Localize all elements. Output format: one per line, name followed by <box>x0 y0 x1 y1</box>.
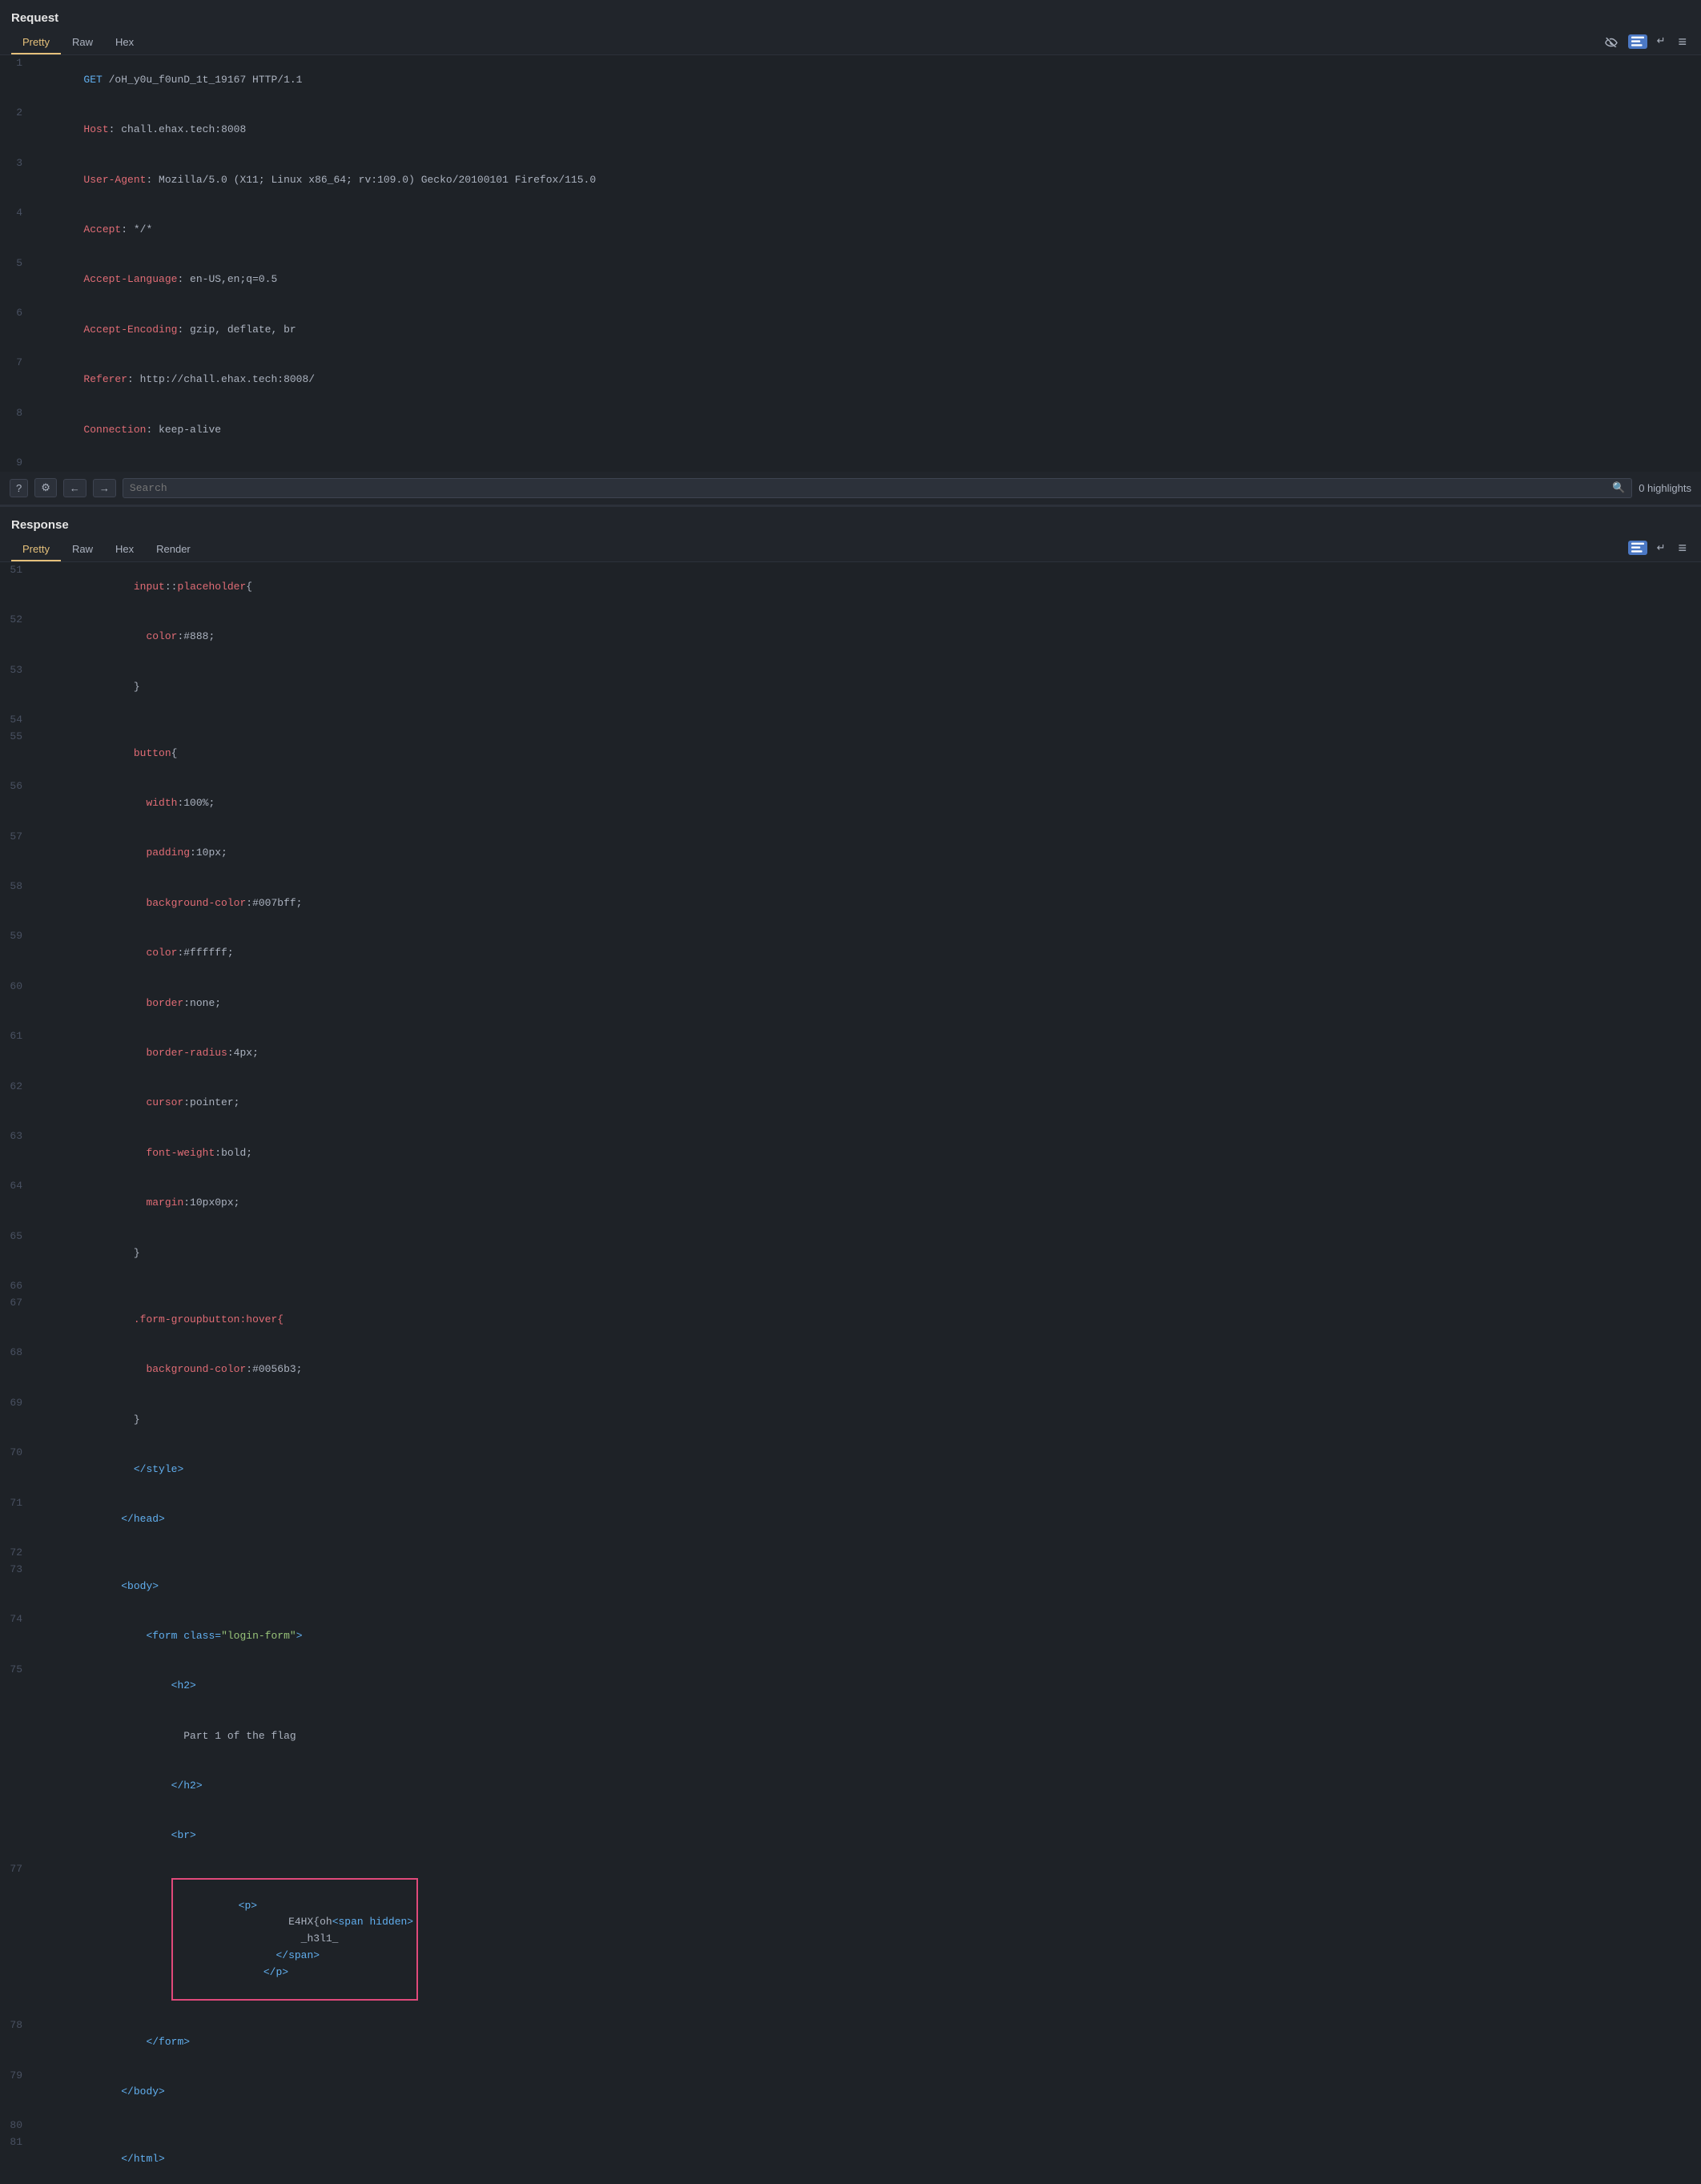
tab-request-raw[interactable]: Raw <box>61 31 104 54</box>
tab-response-raw[interactable]: Raw <box>61 538 104 561</box>
response-code-area: 51 input::placeholder{ 52 color:#888; 53… <box>0 562 1701 2184</box>
request-line-3: 3 User-Agent: Mozilla/5.0 (X11; Linux x8… <box>0 155 1701 205</box>
response-menu-icon[interactable]: ≡ <box>1675 539 1690 557</box>
tab-request-hex[interactable]: Hex <box>104 31 145 54</box>
response-line-55: 55 button{ <box>0 729 1701 778</box>
response-line-80: 80 <box>0 2118 1701 2134</box>
response-line-58: 58 background-color:#007bff; <box>0 879 1701 928</box>
response-line-81: 81 </html> <box>0 2134 1701 2184</box>
tab-request-pretty[interactable]: Pretty <box>11 31 61 54</box>
response-line-59: 59 color:#ffffff; <box>0 928 1701 978</box>
response-line-79: 79 </body> <box>0 2068 1701 2118</box>
response-format-icon[interactable] <box>1628 541 1647 555</box>
response-line-64: 64 margin:10px0px; <box>0 1178 1701 1228</box>
response-line-73: 73 <body> <box>0 1562 1701 1611</box>
request-tabs: Pretty Raw Hex <box>11 31 145 54</box>
highlighted-block: <p> E4HX{oh<span hidden> _h3l1_ </span> … <box>171 1878 418 2001</box>
request-header: Request Pretty Raw Hex <box>0 0 1701 55</box>
tab-response-render[interactable]: Render <box>145 538 202 561</box>
request-line-1: 1 GET /oH_y0u_f0unD_1t_19167 HTTP/1.1 <box>0 55 1701 105</box>
request-panel: Request Pretty Raw Hex <box>0 0 1701 507</box>
response-line-71: 71 </head> <box>0 1495 1701 1545</box>
request-search-bar: ? ⚙ ← → 🔍 0 highlights <box>0 472 1701 505</box>
response-line-67: 67 .form-groupbutton:hover{ <box>0 1295 1701 1345</box>
response-line-65: 65 } <box>0 1229 1701 1278</box>
response-tab-actions: ↵ ≡ <box>1628 539 1690 560</box>
response-newline-icon[interactable]: ↵ <box>1654 541 1669 556</box>
response-line-77: 77 <p> E4HX{oh<span hidden> _h3l1_ </spa… <box>0 1861 1701 2017</box>
request-title: Request <box>11 6 1690 31</box>
newline-icon[interactable]: ↵ <box>1654 34 1669 49</box>
request-line-5: 5 Accept-Language: en-US,en;q=0.5 <box>0 255 1701 305</box>
response-line-63: 63 font-weight:bold; <box>0 1128 1701 1178</box>
search-input[interactable] <box>130 482 1609 494</box>
response-line-76: <br> <box>0 1812 1701 1861</box>
response-line-57: 57 padding:10px; <box>0 829 1701 879</box>
search-icon: 🔍 <box>1612 482 1625 494</box>
request-code-area: 1 GET /oH_y0u_f0unD_1t_19167 HTTP/1.1 2 … <box>0 55 1701 472</box>
response-line-54: 54 <box>0 712 1701 729</box>
response-line-78: 78 </form> <box>0 2017 1701 2067</box>
response-line-75: 75 <h2> <box>0 1662 1701 1711</box>
eye-slash-icon[interactable] <box>1601 34 1622 49</box>
response-line-70: 70 </style> <box>0 1445 1701 1494</box>
response-line-53: 53 } <box>0 662 1701 712</box>
search-input-wrap[interactable]: 🔍 <box>123 478 1632 498</box>
request-tab-actions: ↵ ≡ <box>1601 33 1690 54</box>
response-line-61: 61 border-radius:4px; <box>0 1028 1701 1078</box>
tab-response-hex[interactable]: Hex <box>104 538 145 561</box>
response-line-62: 62 cursor:pointer; <box>0 1079 1701 1128</box>
response-line-74: 74 <form class="login-form"> <box>0 1611 1701 1661</box>
response-line-51: 51 input::placeholder{ <box>0 562 1701 612</box>
request-line-7: 7 Referer: http://chall.ehax.tech:8008/ <box>0 355 1701 404</box>
forward-button[interactable]: → <box>93 479 116 497</box>
response-line-52: 52 color:#888; <box>0 612 1701 662</box>
tab-response-pretty[interactable]: Pretty <box>11 538 61 561</box>
response-line-72: 72 <box>0 1545 1701 1562</box>
response-title: Response <box>11 513 1690 538</box>
back-button[interactable]: ← <box>63 479 86 497</box>
response-line-69: 69 } <box>0 1395 1701 1445</box>
request-tabs-row: Pretty Raw Hex ↵ <box>11 31 1690 54</box>
response-line-56: 56 width:100%; <box>0 778 1701 828</box>
help-button[interactable]: ? <box>10 479 28 497</box>
response-line-75b: Part 1 of the flag <box>0 1711 1701 1761</box>
response-tabs-row: Pretty Raw Hex Render ↵ ≡ <box>11 538 1690 561</box>
request-line-6: 6 Accept-Encoding: gzip, deflate, br <box>0 305 1701 355</box>
request-line-4: 4 Accept: */* <box>0 205 1701 255</box>
response-tabs: Pretty Raw Hex Render <box>11 538 202 561</box>
response-line-75c: </h2> <box>0 1761 1701 1811</box>
format-icon[interactable] <box>1628 34 1647 49</box>
response-header: Response Pretty Raw Hex Render ↵ <box>0 507 1701 562</box>
menu-icon[interactable]: ≡ <box>1675 33 1690 50</box>
request-line-8: 8 Connection: keep-alive <box>0 405 1701 455</box>
response-panel: Response Pretty Raw Hex Render ↵ <box>0 507 1701 2184</box>
response-line-60: 60 border:none; <box>0 979 1701 1028</box>
request-line-9: 9 <box>0 455 1701 472</box>
response-line-68: 68 background-color:#0056b3; <box>0 1345 1701 1394</box>
settings-button[interactable]: ⚙ <box>34 478 57 497</box>
highlights-count: 0 highlights <box>1639 482 1691 494</box>
response-line-66: 66 <box>0 1278 1701 1295</box>
request-line-2: 2 Host: chall.ehax.tech:8008 <box>0 105 1701 155</box>
